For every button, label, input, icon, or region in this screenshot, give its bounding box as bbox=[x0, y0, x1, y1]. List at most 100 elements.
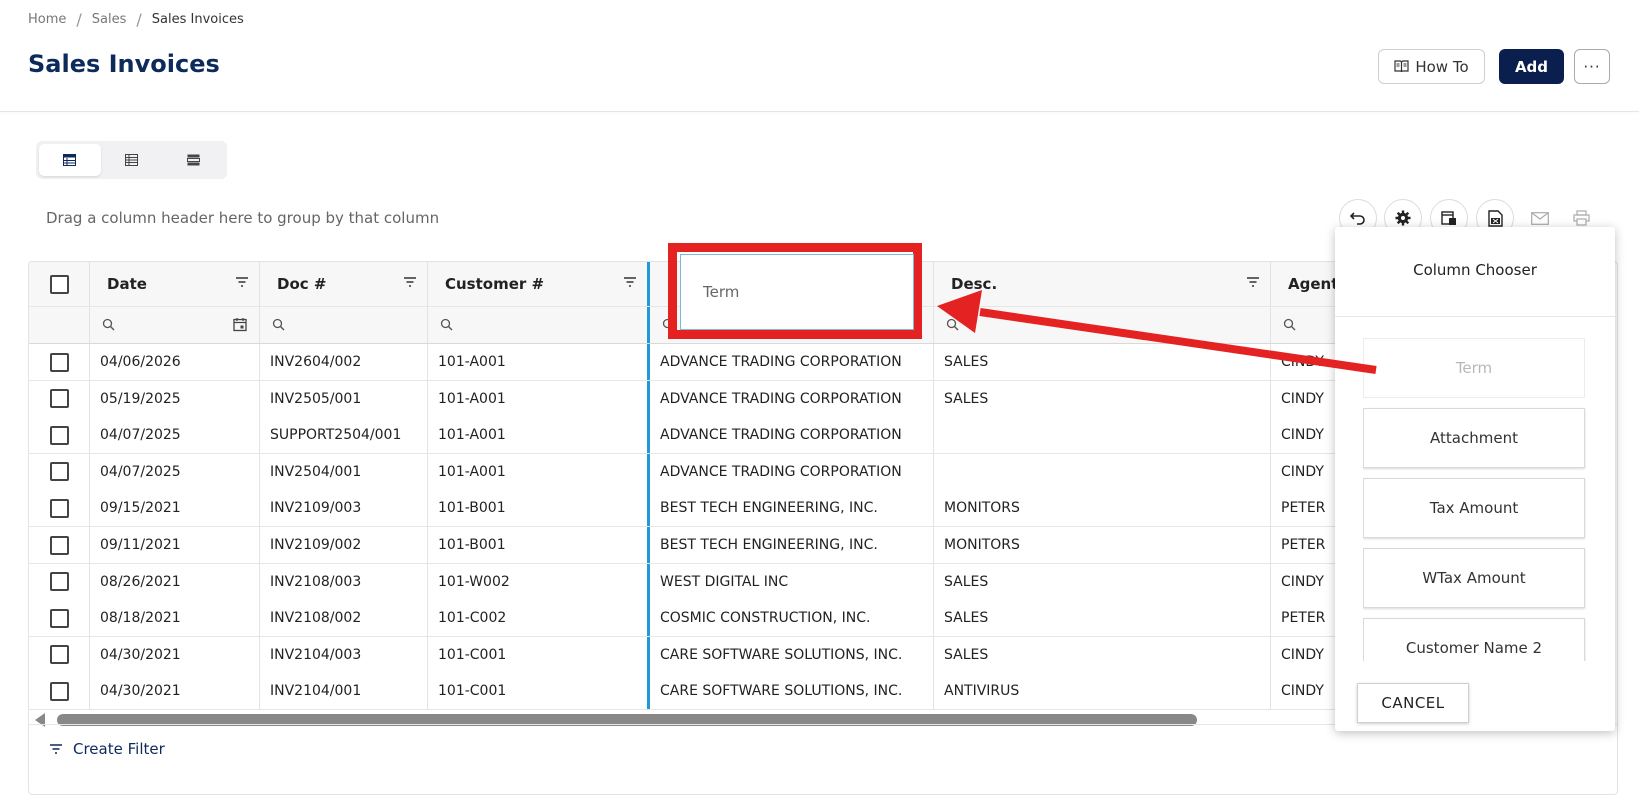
row-checkbox[interactable] bbox=[49, 352, 69, 372]
column-header-desc[interactable]: Desc. bbox=[934, 262, 1271, 306]
table-view-icon bbox=[63, 154, 77, 166]
cell-doc-link[interactable]: INV2109/003 bbox=[260, 490, 428, 527]
row-checkbox[interactable] bbox=[49, 681, 69, 701]
table-row[interactable]: 09/11/2021 INV2109/002 101-B001 BEST TECH E… bbox=[29, 527, 1391, 564]
search-icon bbox=[1283, 318, 1296, 331]
column-chooser-item[interactable]: Customer Name 2 bbox=[1363, 618, 1585, 661]
gear-icon bbox=[1395, 210, 1411, 226]
cell-customer: 101-A001 bbox=[428, 380, 650, 417]
row-select-cell bbox=[29, 490, 90, 527]
table-row[interactable]: 04/30/2021 INV2104/001 101-C001 CARE SOFTWA… bbox=[29, 673, 1391, 711]
filter-cell-empty bbox=[29, 307, 90, 343]
filter-icon bbox=[50, 744, 62, 754]
breadcrumb-sales[interactable]: Sales bbox=[92, 12, 127, 27]
select-all-checkbox[interactable] bbox=[49, 274, 69, 294]
filter-date[interactable] bbox=[90, 307, 260, 343]
row-checkbox[interactable] bbox=[49, 462, 69, 482]
cell-date: 04/30/2021 bbox=[90, 673, 260, 710]
undo-icon bbox=[1350, 212, 1365, 225]
create-filter-label: Create Filter bbox=[73, 740, 165, 758]
row-select-cell bbox=[29, 344, 90, 380]
breadcrumb-current: Sales Invoices bbox=[151, 12, 244, 27]
row-checkbox[interactable] bbox=[49, 498, 69, 518]
filter-desc[interactable] bbox=[934, 307, 1271, 343]
how-to-label: How To bbox=[1415, 57, 1469, 76]
cell-customer-name: ADVANCE TRADING CORPORATION bbox=[650, 344, 934, 380]
search-icon bbox=[272, 318, 285, 331]
cell-doc-link[interactable]: INV2505/001 bbox=[260, 380, 428, 417]
list-view-icon bbox=[125, 154, 138, 166]
row-select-cell bbox=[29, 673, 90, 710]
cell-doc-link[interactable]: INV2108/002 bbox=[260, 600, 428, 637]
cell-customer-name: COSMIC CONSTRUCTION, INC. bbox=[650, 600, 934, 637]
column-header-label: Customer # bbox=[445, 275, 545, 293]
row-checkbox[interactable] bbox=[49, 535, 69, 555]
printer-icon bbox=[1572, 210, 1590, 226]
table-row[interactable]: 04/06/2026 INV2604/002 101-A001 ADVANCE TRA… bbox=[29, 344, 1391, 381]
table-row[interactable]: 08/26/2021 INV2108/003 101-W002 WEST DIGITA… bbox=[29, 563, 1391, 601]
filter-icon[interactable] bbox=[403, 276, 417, 288]
column-chooser-item[interactable]: Attachment bbox=[1363, 408, 1585, 468]
filter-icon[interactable] bbox=[623, 276, 637, 288]
cell-doc-link[interactable]: INV2604/002 bbox=[260, 344, 428, 380]
calendar-icon[interactable] bbox=[233, 317, 247, 332]
how-to-button[interactable]: How To bbox=[1378, 49, 1485, 84]
excel-export-icon bbox=[1487, 209, 1503, 227]
column-header-label: Desc. bbox=[951, 275, 998, 293]
view-card-button[interactable] bbox=[162, 144, 224, 176]
column-header-customer[interactable]: Customer # bbox=[428, 262, 650, 306]
row-checkbox[interactable] bbox=[49, 425, 69, 445]
table-row[interactable]: 04/07/2025 INV2504/001 101-A001 ADVANCE TRA… bbox=[29, 453, 1391, 491]
cell-desc: MONITORS bbox=[934, 490, 1271, 527]
group-by-hint[interactable]: Drag a column header here to group by th… bbox=[46, 209, 439, 227]
cell-doc-link[interactable]: INV2104/003 bbox=[260, 636, 428, 673]
view-detail-button[interactable] bbox=[101, 144, 163, 176]
view-grid-button[interactable] bbox=[39, 144, 101, 176]
cell-customer-name: ADVANCE TRADING CORPORATION bbox=[650, 380, 934, 417]
cell-desc bbox=[934, 417, 1271, 454]
breadcrumb-separator: / bbox=[76, 10, 82, 29]
cell-date: 08/18/2021 bbox=[90, 600, 260, 637]
row-select-cell bbox=[29, 600, 90, 637]
filter-icon[interactable] bbox=[235, 276, 249, 288]
table-row[interactable]: 09/15/2021 INV2109/003 101-B001 BEST TECH E… bbox=[29, 490, 1391, 528]
row-checkbox[interactable] bbox=[49, 389, 69, 409]
column-header-date[interactable]: Date bbox=[90, 262, 260, 306]
row-checkbox[interactable] bbox=[49, 572, 69, 592]
column-header-label: Doc # bbox=[277, 275, 327, 293]
column-header-doc[interactable]: Doc # bbox=[260, 262, 428, 306]
filter-doc[interactable] bbox=[260, 307, 428, 343]
cell-date: 04/07/2025 bbox=[90, 453, 260, 490]
column-chooser-item[interactable]: Term bbox=[1363, 338, 1585, 398]
filter-icon[interactable] bbox=[1246, 276, 1260, 288]
row-select-cell bbox=[29, 636, 90, 673]
cell-desc: SALES bbox=[934, 344, 1271, 380]
create-filter-button[interactable]: Create Filter bbox=[49, 734, 165, 764]
dragged-column-header[interactable]: Term bbox=[680, 254, 914, 330]
row-select-cell bbox=[29, 563, 90, 600]
cell-customer-name: CARE SOFTWARE SOLUTIONS, INC. bbox=[650, 673, 934, 710]
table-row[interactable]: 04/07/2025 SUPPORT2504/001 101-A001 ADVANCE… bbox=[29, 417, 1391, 455]
cell-doc-link[interactable]: INV2504/001 bbox=[260, 453, 428, 490]
cell-doc-link[interactable]: SUPPORT2504/001 bbox=[260, 417, 428, 454]
filter-customer[interactable] bbox=[428, 307, 650, 343]
cancel-button[interactable]: CANCEL bbox=[1357, 683, 1469, 723]
more-options-button[interactable]: ··· bbox=[1574, 49, 1610, 84]
add-button[interactable]: Add bbox=[1499, 49, 1564, 84]
cell-customer: 101-C001 bbox=[428, 673, 650, 710]
table-row[interactable]: 08/18/2021 INV2108/002 101-C002 COSMIC CONS… bbox=[29, 600, 1391, 638]
cell-doc-link[interactable]: INV2108/003 bbox=[260, 563, 428, 600]
breadcrumb-home[interactable]: Home bbox=[28, 12, 66, 27]
cell-doc-link[interactable]: INV2109/002 bbox=[260, 527, 428, 563]
column-chooser-list[interactable]: Term Attachment Tax Amount WTax Amount C… bbox=[1363, 338, 1587, 661]
row-select-cell bbox=[29, 527, 90, 563]
table-row[interactable]: 04/30/2021 INV2104/003 101-C001 CARE SOFTWA… bbox=[29, 636, 1391, 674]
column-chooser-item[interactable]: Tax Amount bbox=[1363, 478, 1585, 538]
cell-doc-link[interactable]: INV2104/001 bbox=[260, 673, 428, 710]
table-row[interactable]: 05/19/2025 INV2505/001 101-A001 ADVANCE TRA… bbox=[29, 380, 1391, 418]
view-toggle bbox=[36, 141, 227, 179]
row-checkbox[interactable] bbox=[49, 608, 69, 628]
column-chooser-item[interactable]: WTax Amount bbox=[1363, 548, 1585, 608]
row-checkbox[interactable] bbox=[49, 645, 69, 665]
search-icon bbox=[102, 318, 115, 331]
